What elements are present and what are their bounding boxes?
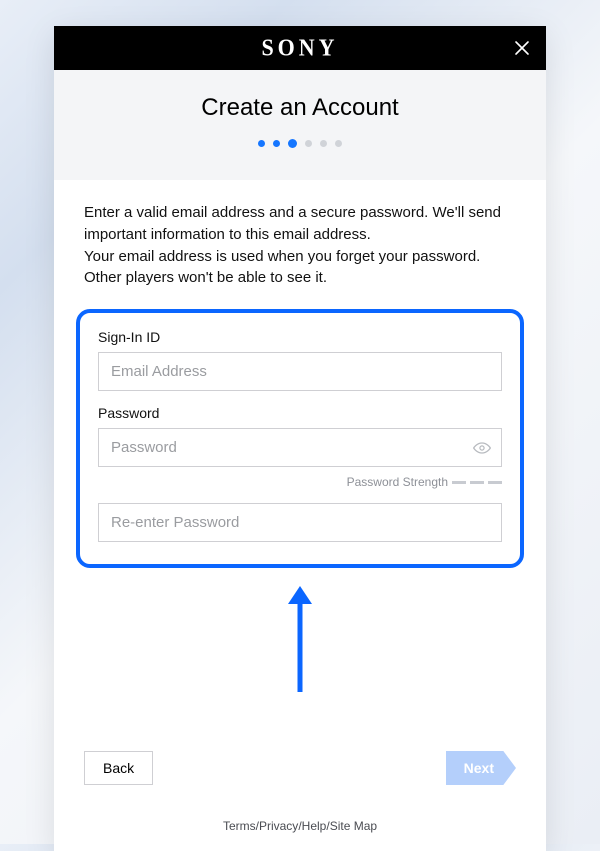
annotation-arrow (84, 568, 516, 737)
step-dot-active (288, 139, 297, 148)
password-field[interactable] (98, 428, 502, 467)
footer-link-terms[interactable]: Terms (223, 819, 256, 833)
step-indicator (54, 122, 546, 170)
back-button[interactable]: Back (84, 751, 153, 785)
step-dot (335, 140, 342, 147)
strength-label: Password Strength (347, 475, 448, 489)
credentials-highlight: Sign-In ID Password Password Strength (76, 309, 524, 568)
password-label: Password (98, 405, 502, 421)
signin-id-group: Sign-In ID (98, 329, 502, 391)
footer-link-sitemap[interactable]: Site Map (330, 819, 377, 833)
eye-icon[interactable] (472, 438, 492, 458)
action-bar: Back Next (54, 751, 546, 809)
page-title: Create an Account (54, 94, 546, 122)
password-group: Password Password Strength (98, 405, 502, 489)
strength-bar (488, 481, 502, 484)
footer-link-privacy[interactable]: Privacy (259, 819, 298, 833)
form-content: Enter a valid email address and a secure… (54, 180, 546, 751)
footer-link-help[interactable]: Help (302, 819, 327, 833)
sony-logo: SONY (261, 34, 338, 63)
instruction-line: Your email address is used when you forg… (84, 248, 480, 287)
instruction-text: Enter a valid email address and a secure… (84, 202, 516, 289)
confirm-password-group (98, 503, 502, 542)
step-dot (258, 140, 265, 147)
strength-bar (470, 481, 484, 484)
create-account-modal: SONY Create an Account Enter a valid ema… (54, 26, 546, 851)
top-bar: SONY (54, 26, 546, 70)
footer-links: Terms/Privacy/Help/Site Map (54, 809, 546, 851)
step-dot (320, 140, 327, 147)
next-button[interactable]: Next (446, 751, 516, 785)
strength-bar (452, 481, 466, 484)
step-dot (273, 140, 280, 147)
instruction-line: Enter a valid email address and a secure… (84, 204, 501, 243)
confirm-password-field[interactable] (98, 503, 502, 542)
signin-id-label: Sign-In ID (98, 329, 502, 345)
close-icon[interactable] (512, 38, 532, 58)
email-field[interactable] (98, 352, 502, 391)
step-dot (305, 140, 312, 147)
password-strength: Password Strength (98, 475, 502, 489)
modal-header: Create an Account (54, 70, 546, 180)
